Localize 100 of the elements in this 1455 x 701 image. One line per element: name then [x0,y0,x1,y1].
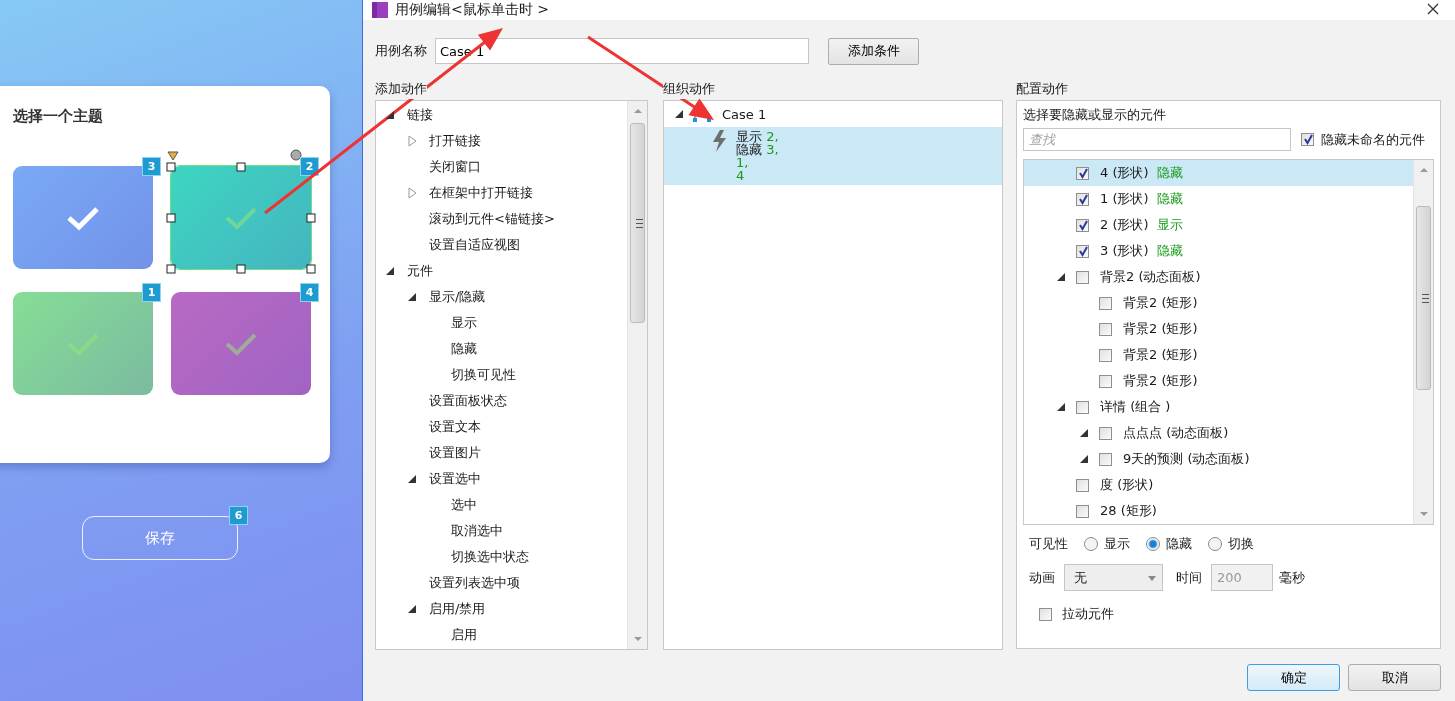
field-label: 用例名称 [375,42,427,60]
expanded-triangle-icon[interactable] [1055,271,1067,283]
triangle-handle[interactable] [167,151,179,161]
expanded-triangle-icon[interactable] [1078,427,1090,439]
radio-label[interactable]: 隐藏 [1166,535,1192,553]
checkbox-label[interactable]: 拉动元件 [1062,605,1114,623]
tree-item[interactable]: 取消选中 [451,522,503,540]
case-name[interactable]: Case 1 [722,106,767,122]
expanded-triangle-icon[interactable] [1078,453,1090,465]
checkbox[interactable] [1076,244,1089,258]
radio-button[interactable] [1208,537,1222,551]
tree-item[interactable]: 在框架中打开链接 [429,184,533,202]
resize-handle[interactable] [166,213,176,223]
card-title: 选择一个主题 [13,107,103,126]
widget-row[interactable]: 点点点 (动态面板) [1024,420,1414,446]
tree-item[interactable]: 链接 [407,106,433,124]
checkbox[interactable] [1099,348,1112,362]
number-badge: 2 [300,157,319,176]
widget-row[interactable]: 背景2 (矩形) [1024,368,1414,394]
tree-item[interactable]: 元件 [407,262,433,280]
radio-label[interactable]: 显示 [1104,535,1130,553]
checkbox[interactable] [1099,426,1112,440]
expanded-triangle-icon[interactable] [406,473,418,485]
widget-row[interactable]: 3 (形状) 隐藏 [1024,238,1414,264]
dialog-button[interactable]: 取消 [1348,664,1441,691]
checkbox[interactable] [1076,192,1089,206]
number-badge: 4 [300,283,319,302]
section-heading: 添加动作 [375,80,427,99]
resize-handle[interactable] [306,264,316,274]
tree-item[interactable]: 显示/隐藏 [429,288,486,306]
tree-item[interactable]: 设置自适应视图 [429,236,520,254]
resize-handle[interactable] [166,162,176,172]
resize-handle[interactable] [236,264,246,274]
rotate-handle[interactable] [290,149,302,161]
widget-row[interactable]: 背景2 (矩形) [1024,316,1414,342]
checkbox[interactable] [1076,166,1089,180]
collapsed-triangle-icon[interactable] [406,187,418,199]
widget-row[interactable]: 背景2 (矩形) [1024,342,1414,368]
tree-item[interactable]: 设置列表选中项 [429,574,520,592]
widget-row[interactable]: 度 (形状) [1024,472,1414,498]
tree-item[interactable]: 设置选中 [429,470,481,488]
checkbox[interactable] [1099,296,1112,310]
scrollbar[interactable] [1413,160,1433,524]
search-field[interactable]: 查找 [1023,128,1291,151]
tree-item[interactable]: 切换选中状态 [451,548,529,566]
checkbox[interactable] [1039,607,1052,621]
widget-row[interactable]: 背景2 (矩形) [1024,290,1414,316]
animation-dropdown[interactable]: 无 [1064,564,1163,591]
number-badge: 6 [229,506,248,525]
checkbox[interactable] [1076,218,1089,232]
tree-item[interactable]: 选中 [451,496,477,514]
tree-item[interactable]: 切换可见性 [451,366,516,384]
tree-item[interactable]: 关闭窗口 [429,158,481,176]
resize-handle[interactable] [306,213,316,223]
section-heading: 组织动作 [663,80,715,99]
radio-button[interactable] [1084,537,1098,551]
widget-row[interactable]: 4 (形状) 隐藏 [1024,160,1414,186]
resize-handle[interactable] [236,162,246,172]
expanded-triangle-icon[interactable] [673,108,685,120]
expanded-triangle-icon[interactable] [1055,401,1067,413]
tree-item[interactable]: 显示 [451,314,477,332]
expanded-triangle-icon[interactable] [384,265,396,277]
expanded-triangle-icon[interactable] [406,291,418,303]
tree-item[interactable]: 设置面板状态 [429,392,507,410]
tree-item[interactable]: 设置文本 [429,418,481,436]
widget-row[interactable]: 9天的预测 (动态面板) [1024,446,1414,472]
resize-handle[interactable] [166,264,176,274]
field-label: 时间 [1176,568,1202,587]
number-badge: 1 [142,283,161,302]
widget-row[interactable]: 详情 (组合 ) [1024,394,1414,420]
checkbox-label[interactable]: 隐藏未命名的元件 [1321,130,1425,149]
checkbox[interactable] [1076,400,1089,414]
close-icon[interactable] [1426,2,1440,16]
expanded-triangle-icon[interactable] [406,603,418,615]
tree-item[interactable]: 设置图片 [429,444,481,462]
checkbox[interactable] [1076,478,1089,492]
scrollbar[interactable] [627,101,647,649]
radio-button[interactable] [1146,537,1160,551]
action-item[interactable]: 显示 2, 隐藏 3, 1, 4 [664,127,1002,185]
dialog-button[interactable]: 确定 [1247,664,1340,691]
window-title: 用例编辑<鼠标单击时 > [395,1,549,19]
widget-row[interactable]: 背景2 (动态面板) [1024,264,1414,290]
radio-label[interactable]: 切换 [1228,535,1254,553]
widget-row[interactable]: 2 (形状) 显示 [1024,212,1414,238]
checkbox[interactable] [1301,133,1314,146]
checkbox[interactable] [1099,374,1112,388]
tree-item[interactable]: 滚动到元件<锚链接> [429,210,555,228]
checkbox[interactable] [1099,322,1112,336]
widget-row[interactable]: 1 (形状) 隐藏 [1024,186,1414,212]
widget-row[interactable]: 28 (矩形) [1024,498,1414,524]
tree-item[interactable]: 启用/禁用 [429,600,486,618]
check-icon [65,204,101,231]
checkbox[interactable] [1099,452,1112,466]
tree-item[interactable]: 打开链接 [429,132,481,150]
collapsed-triangle-icon[interactable] [406,135,418,147]
add-condition-button[interactable]: 添加条件 [828,37,919,65]
checkbox[interactable] [1076,504,1089,518]
tree-item[interactable]: 启用 [451,626,477,644]
tree-item[interactable]: 隐藏 [451,340,477,358]
checkbox[interactable] [1076,270,1089,284]
